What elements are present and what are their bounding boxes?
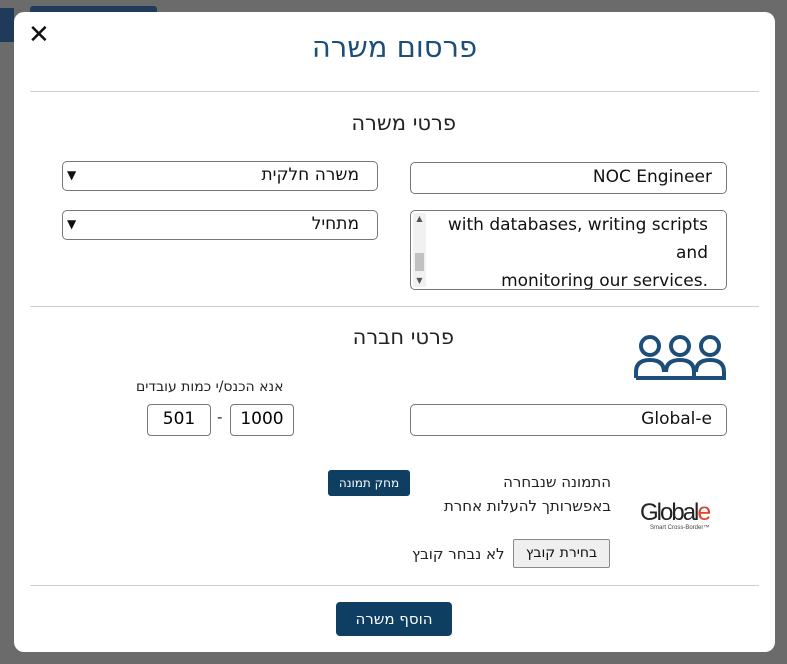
divider: [30, 585, 759, 586]
page-title: פרסום משרה: [311, 30, 478, 64]
company-name-input[interactable]: Global-e: [410, 404, 727, 436]
post-job-modal: ✕ פרסום משרה פרטי משרה NOC Engineer משרה…: [14, 12, 775, 652]
chevron-down-icon: ▼: [67, 217, 77, 231]
scroll-up-icon[interactable]: ▲: [413, 213, 426, 225]
employees-max-input[interactable]: 1000: [230, 404, 294, 436]
divider: [30, 306, 759, 307]
employees-min-input[interactable]: 501: [147, 404, 211, 436]
choose-file-button[interactable]: בחירת קובץ: [513, 539, 610, 568]
delete-image-button[interactable]: מחק תמונה: [328, 470, 410, 496]
employees-label: אנא הכנס/י כמות עובדים: [136, 379, 284, 395]
job-title-input[interactable]: NOC Engineer: [410, 162, 727, 194]
no-file-chosen-text: לא נבחר קובץ: [412, 545, 505, 563]
company-section-title: פרטי חברה: [352, 325, 454, 349]
scroll-thumb[interactable]: [415, 253, 424, 271]
add-job-button[interactable]: הוסף משרה: [336, 602, 452, 636]
scroll-down-icon[interactable]: ▼: [413, 275, 426, 287]
level-select[interactable]: מתחיל ▼: [62, 210, 378, 240]
description-line: with databases, writing scripts and: [447, 215, 708, 263]
background-element: [0, 8, 14, 42]
company-name-value: Global-e: [641, 409, 712, 429]
employees-min-value: 501: [162, 409, 196, 429]
logo-tagline: Smart Cross-Border™: [650, 525, 710, 531]
company-logo: Globale Smart Cross-Border™: [640, 498, 716, 542]
upload-other-text: באפשרותך להעלות אחרת: [443, 497, 611, 515]
divider: [30, 91, 759, 92]
range-separator: -: [217, 408, 223, 426]
job-title-value: NOC Engineer: [592, 167, 712, 187]
description-line: .monitoring our services: [501, 271, 708, 290]
job-description-textarea[interactable]: with databases, writing scripts and .mon…: [410, 210, 727, 290]
job-type-selected: משרה חלקית: [261, 165, 359, 185]
logo-e: e: [697, 498, 712, 526]
selected-image-text: התמונה שנבחרה: [503, 473, 611, 491]
textarea-scrollbar[interactable]: ▲ ▼: [413, 213, 426, 287]
users-group-icon: [634, 335, 726, 380]
job-type-select[interactable]: משרה חלקית ▼: [62, 161, 378, 191]
chevron-down-icon: ▼: [67, 168, 77, 182]
logo-wordmark: Global: [640, 499, 699, 526]
employees-max-value: 1000: [240, 409, 284, 429]
level-selected: מתחיל: [311, 214, 359, 234]
job-section-title: פרטי משרה: [351, 111, 456, 135]
